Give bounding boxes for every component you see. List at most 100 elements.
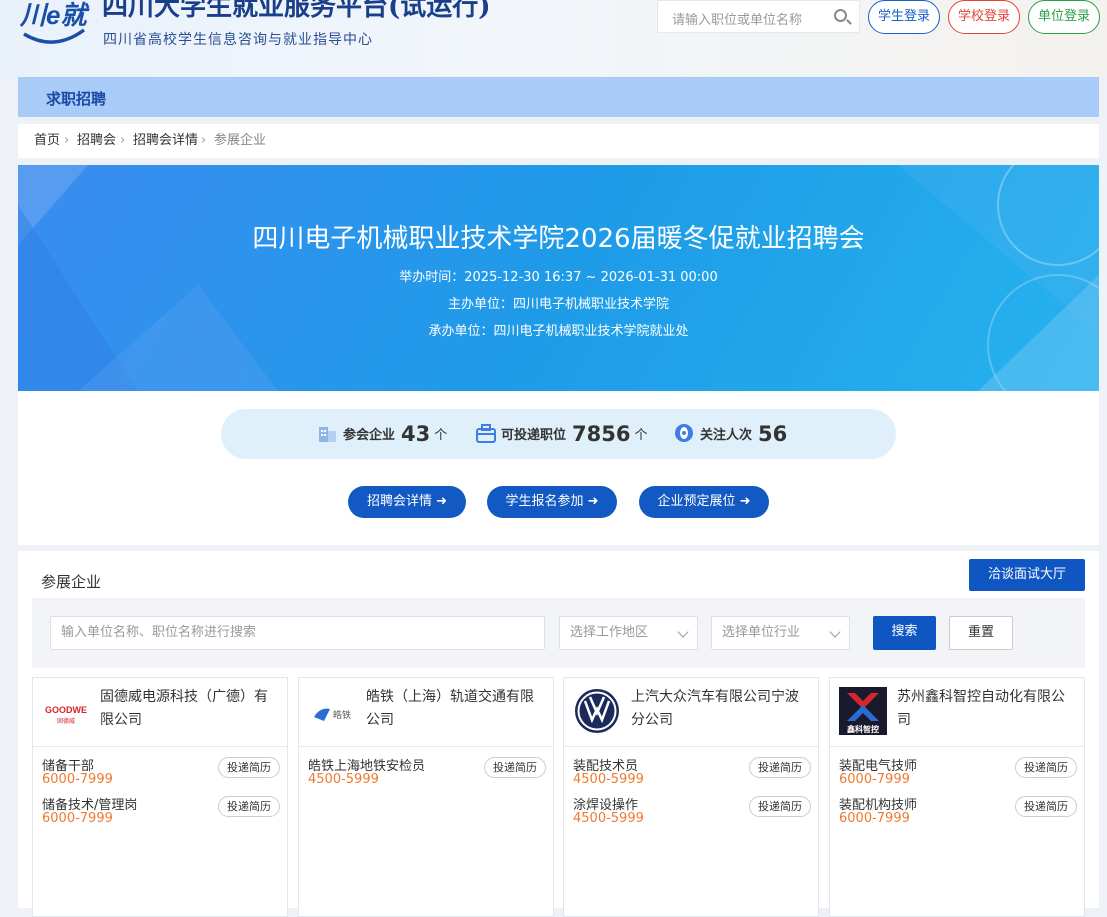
breadcrumb-separator: › bbox=[120, 133, 126, 148]
stats-bar: 参会企业 43 个 可投递职位 7856 个 关注人次 56 bbox=[221, 409, 896, 459]
job-item: 装配技术员 4500-5999 投递简历 bbox=[573, 755, 811, 791]
company-card-header: 鑫科智控 苏州鑫科智控自动化有限公司 bbox=[830, 678, 1084, 747]
fair-summary: 参会企业 43 个 可投递职位 7856 个 关注人次 56 招聘会详情 ➜ 学生报名参加… bbox=[18, 391, 1099, 545]
fair-detail-button[interactable]: 招聘会详情 ➜ bbox=[348, 486, 466, 518]
stat-positions-unit: 个 bbox=[634, 428, 648, 443]
briefcase-icon bbox=[476, 424, 496, 443]
booth-booking-button[interactable]: 企业预定展位 ➜ bbox=[639, 486, 769, 518]
breadcrumb-fairs[interactable]: 招聘会 bbox=[77, 124, 116, 158]
job-item: 装配机构技师 6000-7999 投递简历 bbox=[839, 794, 1077, 830]
company-logo: 鑫科智控 bbox=[839, 687, 887, 735]
fair-time: 举办时间：2025-12-30 16:37 ~ 2026-01-31 00:00 bbox=[399, 270, 718, 285]
job-salary: 6000-7999 bbox=[839, 811, 910, 826]
stat-followers-value: 56 bbox=[758, 422, 788, 446]
company-name[interactable]: 苏州鑫科智控自动化有限公司 bbox=[897, 686, 1077, 732]
job-item: 皓铁上海地铁安检员 4500-5999 投递简历 bbox=[308, 755, 546, 791]
company-name[interactable]: 固德威电源科技（广德）有限公司 bbox=[100, 686, 280, 732]
filter-bar: 输入单位名称、职位名称进行搜索 选择工作地区 选择单位行业 搜索 重置 bbox=[32, 598, 1085, 668]
site-header: 川e就 四川大学生就业服务平台(试运行) 四川省高校学生信息咨询与就业指导中心 … bbox=[0, 0, 1107, 76]
stat-companies-unit: 个 bbox=[434, 428, 448, 443]
svg-text:固德威: 固德威 bbox=[57, 717, 75, 725]
section-title: 参展企业 bbox=[41, 573, 102, 591]
main-nav: 求职招聘 bbox=[18, 77, 1099, 117]
job-item: 储备技术/管理岗 6000-7999 投递简历 bbox=[42, 794, 280, 830]
breadcrumb-home[interactable]: 首页 bbox=[34, 124, 60, 158]
job-item: 储备干部 6000-7999 投递简历 bbox=[42, 755, 280, 791]
company-card[interactable]: GOODWE 固德威 固德威电源科技（广德）有限公司 储备干部 6000-7999… bbox=[32, 677, 288, 917]
company-name[interactable]: 皓铁（上海）轨道交通有限公司 bbox=[366, 686, 546, 732]
fair-title: 四川电子机械职业技术学院2026届暖冬促就业招聘会 bbox=[252, 224, 865, 254]
stat-positions-value: 7856 bbox=[572, 422, 631, 446]
exhibitors-section: 参展企业 洽谈面试大厅 输入单位名称、职位名称进行搜索 选择工作地区 选择单位行… bbox=[18, 551, 1099, 917]
student-login-button[interactable]: 学生登录 bbox=[868, 0, 940, 34]
logo-text: 川e就 bbox=[19, 0, 90, 30]
region-select[interactable]: 选择工作地区 bbox=[559, 616, 698, 650]
chevron-down-icon bbox=[829, 626, 841, 638]
company-card[interactable]: VW 上汽大众汽车有限公司宁波分公司 装配技术员 4500-5999 投递简历 … bbox=[563, 677, 819, 917]
stat-companies: 参会企业 43 个 bbox=[317, 422, 447, 446]
company-card-header: VW 上汽大众汽车有限公司宁波分公司 bbox=[564, 678, 818, 747]
apply-resume-button[interactable]: 投递简历 bbox=[218, 796, 280, 817]
site-title: 四川大学生就业服务平台(试运行) bbox=[102, 0, 491, 22]
site-logo[interactable]: 川e就 bbox=[18, 0, 90, 50]
breadcrumb-separator: › bbox=[201, 133, 207, 148]
breadcrumb: 首页 › 招聘会 › 招聘会详情 › 参展企业 bbox=[18, 124, 1099, 158]
stat-companies-label: 参会企业 bbox=[343, 428, 396, 443]
search-button[interactable]: 搜索 bbox=[873, 616, 936, 650]
industry-select-placeholder: 选择单位行业 bbox=[722, 625, 801, 640]
stat-followers-label: 关注人次 bbox=[700, 428, 753, 443]
apply-resume-button[interactable]: 投递简历 bbox=[749, 757, 811, 778]
interview-hall-button[interactable]: 洽谈面试大厅 bbox=[969, 559, 1085, 591]
stat-companies-value: 43 bbox=[401, 422, 431, 446]
company-card[interactable]: 鑫科智控 苏州鑫科智控自动化有限公司 装配电气技师 6000-7999 投递简历… bbox=[829, 677, 1085, 917]
company-name[interactable]: 上汽大众汽车有限公司宁波分公司 bbox=[631, 686, 811, 732]
breadcrumb-fair-detail[interactable]: 招聘会详情 bbox=[133, 124, 198, 158]
job-salary: 6000-7999 bbox=[839, 772, 910, 787]
school-login-button[interactable]: 学校登录 bbox=[948, 0, 1020, 34]
svg-text:GOODWE: GOODWE bbox=[45, 705, 87, 715]
job-salary: 4500-5999 bbox=[308, 772, 379, 787]
svg-text:皓铁: 皓铁 bbox=[333, 709, 351, 721]
fair-undertaker: 承办单位：四川电子机械职业技术学院就业处 bbox=[428, 324, 689, 339]
fair-organizer: 主办单位：四川电子机械职业技术学院 bbox=[447, 297, 669, 312]
job-item: 涂焊设操作 4500-5999 投递简历 bbox=[573, 794, 811, 830]
region-select-placeholder: 选择工作地区 bbox=[570, 625, 649, 640]
apply-resume-button[interactable]: 投递简历 bbox=[749, 796, 811, 817]
header-search-input[interactable]: 请输入职位或单位名称 bbox=[657, 0, 860, 33]
reset-button[interactable]: 重置 bbox=[949, 616, 1013, 650]
breadcrumb-current: 参展企业 bbox=[214, 133, 267, 148]
job-salary: 4500-5999 bbox=[573, 811, 644, 826]
company-login-button[interactable]: 单位登录 bbox=[1028, 0, 1100, 34]
job-item: 装配电气技师 6000-7999 投递简历 bbox=[839, 755, 1077, 791]
header-search-placeholder: 请输入职位或单位名称 bbox=[672, 13, 803, 28]
company-card-header: 皓铁 皓铁（上海）轨道交通有限公司 bbox=[299, 678, 553, 747]
company-card[interactable]: 皓铁 皓铁（上海）轨道交通有限公司 皓铁上海地铁安检员 4500-5999 投递… bbox=[298, 677, 554, 917]
job-salary: 6000-7999 bbox=[42, 772, 113, 787]
svg-text:鑫科智控: 鑫科智控 bbox=[846, 724, 879, 734]
job-salary: 4500-5999 bbox=[573, 772, 644, 787]
search-icon[interactable] bbox=[834, 9, 847, 22]
fair-banner: 四川电子机械职业技术学院2026届暖冬促就业招聘会 举办时间：2025-12-3… bbox=[18, 165, 1099, 391]
job-salary: 6000-7999 bbox=[42, 811, 113, 826]
company-logo: 皓铁 bbox=[308, 687, 356, 735]
site-subtitle: 四川省高校学生信息咨询与就业指导中心 bbox=[103, 32, 373, 48]
student-register-button[interactable]: 学生报名参加 ➜ bbox=[487, 486, 617, 518]
company-logo: GOODWE 固德威 bbox=[42, 687, 90, 735]
nav-item-jobs[interactable]: 求职招聘 bbox=[46, 88, 106, 109]
apply-resume-button[interactable]: 投递简历 bbox=[1015, 796, 1077, 817]
apply-resume-button[interactable]: 投递简历 bbox=[218, 757, 280, 778]
exhibitor-search-input[interactable]: 输入单位名称、职位名称进行搜索 bbox=[50, 616, 545, 650]
company-logo: VW bbox=[573, 687, 621, 735]
building-icon bbox=[319, 427, 336, 442]
stat-positions-label: 可投递职位 bbox=[501, 428, 567, 443]
company-card-header: GOODWE 固德威 固德威电源科技（广德）有限公司 bbox=[33, 678, 287, 747]
breadcrumb-separator: › bbox=[64, 133, 70, 148]
svg-text:VW: VW bbox=[597, 734, 599, 735]
apply-resume-button[interactable]: 投递简历 bbox=[484, 757, 546, 778]
stat-followers: 关注人次 56 bbox=[674, 422, 791, 446]
apply-resume-button[interactable]: 投递简历 bbox=[1015, 757, 1077, 778]
eye-icon bbox=[675, 424, 693, 442]
chevron-down-icon bbox=[677, 626, 689, 638]
stat-positions: 可投递职位 7856 个 bbox=[475, 422, 647, 446]
industry-select[interactable]: 选择单位行业 bbox=[711, 616, 850, 650]
